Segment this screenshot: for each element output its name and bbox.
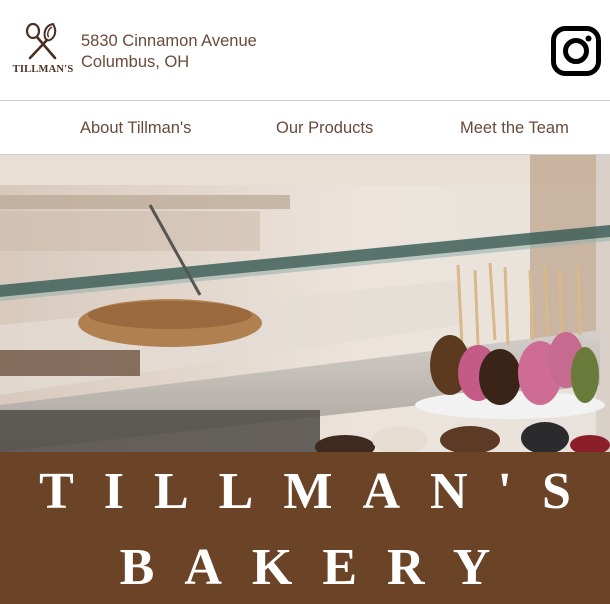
instagram-icon[interactable] xyxy=(551,26,601,76)
nav-item-team[interactable]: Meet the Team xyxy=(460,119,569,138)
main-nav: About Tillman's Our Products Meet the Te… xyxy=(0,100,610,155)
logo[interactable]: TILLMAN'S xyxy=(8,22,78,80)
nav-item-about[interactable]: About Tillman's xyxy=(80,119,191,138)
nav-item-products[interactable]: Our Products xyxy=(276,119,373,138)
banner-title-line2: BAKERY xyxy=(119,539,521,596)
site-header: TILLMAN'S 5830 Cinnamon Avenue Columbus,… xyxy=(0,0,610,100)
hero-banner: TILLMAN'S BAKERY xyxy=(0,452,610,604)
crossed-whisk-spoon-icon xyxy=(25,22,57,60)
address: 5830 Cinnamon Avenue Columbus, OH xyxy=(81,31,257,73)
banner-title-line1: TILLMAN'S xyxy=(39,463,601,520)
address-line2: Columbus, OH xyxy=(81,53,190,71)
address-line1: 5830 Cinnamon Avenue xyxy=(81,32,257,50)
logo-text: TILLMAN'S xyxy=(12,64,74,75)
hero-image xyxy=(0,155,610,452)
